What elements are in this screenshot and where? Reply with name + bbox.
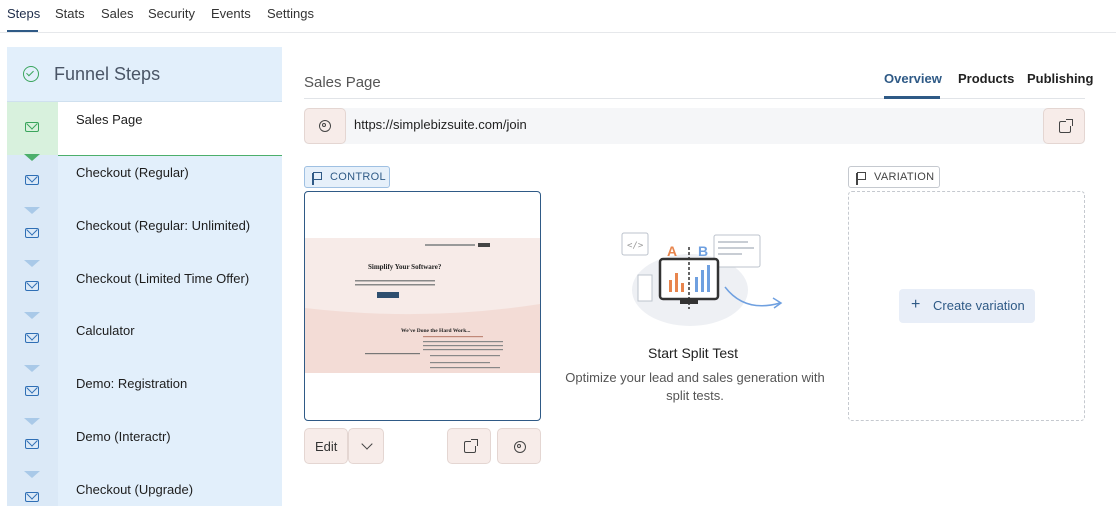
flag-icon [856,172,866,185]
mail-icon [25,386,39,396]
external-link-icon [1059,119,1073,133]
open-url-button[interactable] [1043,108,1085,144]
open-page-button[interactable] [447,428,491,464]
tab-overview[interactable]: Overview [884,71,942,86]
split-test-illustration: </> A B [621,232,783,326]
page-title: Sales Page [304,74,381,91]
tab-stats[interactable]: Stats [55,6,85,21]
step-demo-interactr[interactable]: Demo (Interactr) [7,418,282,472]
variation-tag: VARIATION [848,166,940,188]
mail-icon [25,492,39,502]
url-settings-button[interactable] [304,108,346,144]
step-label: Calculator [76,323,135,338]
step-label: Checkout (Upgrade) [76,482,194,497]
mail-icon [25,122,39,132]
plus-icon: + [911,296,921,313]
svg-text:</>: </> [627,241,644,251]
step-checkout-upgrade[interactable]: Checkout (Upgrade) [7,471,282,506]
tab-publishing[interactable]: Publishing [1027,71,1093,86]
step-connector-arrow [24,471,40,478]
external-link-icon [464,439,478,453]
mail-icon [25,228,39,238]
active-tab-indicator [884,96,940,99]
step-checkout-limited-time-offer[interactable]: Checkout (Limited Time Offer) [7,260,282,314]
mail-icon [25,439,39,449]
page-thumbnail: Simplify Your Software? We've Done the H… [305,238,540,373]
mail-icon [25,281,39,291]
chevron-down-icon [361,438,373,450]
flag-icon [312,172,322,185]
step-label: Checkout (Regular: Unlimited) [76,218,251,233]
step-checkout-regular[interactable]: Checkout (Regular) [7,154,282,208]
page-url[interactable]: https://simplebizsuite.com/join [354,117,527,132]
edit-options-dropdown[interactable] [348,428,384,464]
edit-button[interactable]: Edit [304,428,348,464]
funnel-steps-sidebar: Funnel Steps Sales Page Checkout (Regula… [7,47,282,506]
tab-events[interactable]: Events [211,6,251,21]
top-navigation: Steps Stats Sales Security Events Settin… [0,0,1116,33]
active-tab-indicator [7,30,38,32]
step-label: Demo: Registration [76,376,188,391]
label-b: B [698,243,708,259]
step-connector-arrow [24,418,40,425]
control-tag: CONTROL [304,166,390,188]
step-sales-page[interactable]: Sales Page [7,102,282,156]
step-checkout-regular-unlimited[interactable]: Checkout (Regular: Unlimited) [7,207,282,261]
thumbnail-subheadline: We've Done the Hard Work... [401,328,471,334]
step-connector-arrow [24,260,40,267]
step-connector-arrow [24,154,40,161]
tab-sales[interactable]: Sales [101,6,134,21]
step-connector-arrow [24,207,40,214]
gear-icon [514,441,526,453]
sidebar-header: Funnel Steps [7,47,282,102]
step-label: Sales Page [76,112,143,127]
sidebar-title: Funnel Steps [54,64,161,84]
mail-icon [25,333,39,343]
create-variation-button[interactable]: + Create variation [899,289,1035,323]
split-test-title: Start Split Test [648,345,739,361]
step-label: Demo (Interactr) [76,429,171,444]
step-label: Checkout (Regular) [76,165,189,180]
tab-settings[interactable]: Settings [267,6,314,21]
control-preview-card[interactable]: Simplify Your Software? We've Done the H… [304,191,541,421]
step-calculator[interactable]: Calculator [7,312,282,366]
step-connector-arrow [24,365,40,372]
mail-icon [25,175,39,185]
split-test-description: Optimize your lead and sales generation … [565,370,825,403]
gear-icon [319,120,331,132]
label-a: A [667,243,677,259]
step-demo-registration[interactable]: Demo: Registration [7,365,282,419]
step-connector-arrow [24,312,40,319]
tab-products[interactable]: Products [958,71,1014,86]
page-settings-button[interactable] [497,428,541,464]
tabs-divider [304,98,1085,99]
tab-security[interactable]: Security [148,6,195,21]
step-label: Checkout (Limited Time Offer) [76,271,250,286]
tab-steps[interactable]: Steps [7,6,40,21]
check-circle-icon [23,66,39,82]
thumbnail-headline: Simplify Your Software? [368,263,442,271]
